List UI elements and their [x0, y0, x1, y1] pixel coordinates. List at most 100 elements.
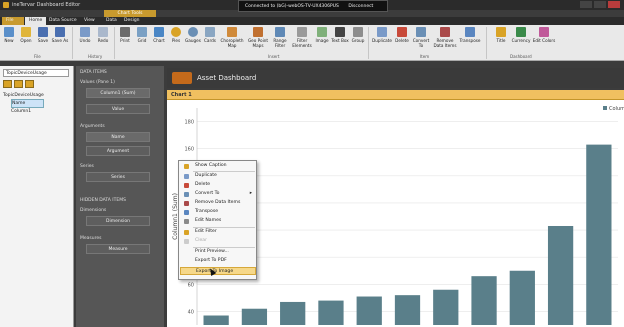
bar[interactable]	[394, 295, 421, 325]
image-button[interactable]: Image	[313, 27, 331, 43]
convert-to-button[interactable]: Convert To	[411, 27, 431, 48]
dashboard-title[interactable]: Asset Dashboard	[197, 74, 256, 82]
edit-datasource-icon[interactable]	[14, 80, 23, 88]
tab-design[interactable]: Design	[120, 17, 144, 25]
bar[interactable]	[318, 300, 344, 325]
y-tick-label: 60	[188, 282, 194, 288]
text-box-icon	[335, 27, 345, 37]
legend-label: Column1	[609, 106, 624, 112]
maximize-button[interactable]	[594, 1, 606, 8]
cards-icon	[205, 27, 215, 37]
pies-button[interactable]: Pies	[167, 27, 185, 43]
minimize-button[interactable]	[580, 1, 592, 8]
value-column1-button[interactable]: Column1 (Sum)	[86, 88, 150, 98]
transpose-icon	[184, 210, 189, 215]
menu-delete[interactable]: Delete	[180, 181, 256, 189]
tab-home[interactable]: Home	[25, 17, 47, 25]
bar[interactable]	[356, 296, 382, 325]
menu-edit-filter[interactable]: Edit Filter	[180, 228, 256, 236]
title-button[interactable]: Title	[492, 27, 510, 43]
menu-edit-names[interactable]: Edit Names	[180, 217, 256, 225]
filter-elements-button[interactable]: Filter Elements	[291, 27, 313, 48]
disconnect-button[interactable]: Disconnect	[348, 4, 373, 9]
geo-point-maps-button[interactable]: Geo Point Maps	[246, 27, 270, 48]
bar[interactable]	[509, 270, 535, 325]
cards-button[interactable]: Cards	[201, 27, 219, 43]
arguments-label: Arguments	[80, 124, 105, 129]
menu-show-caption[interactable]: Show Caption	[180, 162, 256, 170]
series-drop-target[interactable]: Series	[86, 172, 150, 182]
bar[interactable]	[280, 301, 306, 325]
choropleth-map-button[interactable]: Choropleth Map	[219, 27, 245, 48]
transpose-button[interactable]: Transpose	[459, 27, 481, 43]
edit-colors-button[interactable]: Edit Colors	[532, 27, 556, 43]
tab-file[interactable]: File	[2, 17, 24, 25]
bar[interactable]	[433, 289, 459, 325]
print-button[interactable]: Print	[116, 27, 134, 43]
convert-icon	[184, 192, 189, 197]
group-icon	[353, 27, 363, 37]
tree-root[interactable]: TopicDeviceUsage	[3, 92, 44, 99]
redo-button[interactable]: Redo	[94, 27, 112, 43]
duplicate-button[interactable]: Duplicate	[372, 27, 392, 43]
data-items-header: DATA ITEMS	[80, 70, 107, 75]
group-button[interactable]: Group	[349, 27, 367, 43]
bar[interactable]	[547, 225, 574, 325]
gauges-button[interactable]: Gauges	[184, 27, 202, 43]
save-as-button[interactable]: Save As	[51, 27, 69, 43]
delete-button[interactable]: Delete	[393, 27, 411, 43]
tab-data[interactable]: Data	[102, 17, 121, 25]
menu-export-image[interactable]: Export To Image	[180, 267, 256, 276]
menu-export-pdf[interactable]: Export To PDF	[180, 257, 256, 265]
legend-swatch	[603, 106, 607, 110]
menu-duplicate[interactable]: Duplicate	[180, 172, 256, 180]
ribbon-separator	[114, 27, 115, 59]
menu-transpose[interactable]: Transpose	[180, 208, 256, 216]
argument-drop-target[interactable]: Argument	[86, 146, 150, 156]
field-tree: TopicDeviceUsage Name Column1	[3, 92, 44, 115]
close-button[interactable]	[608, 1, 620, 8]
connection-banner: Connected to (bG)-webOS-TV-UX4306PUS Dis…	[238, 0, 388, 12]
ribbon-separator	[72, 27, 73, 59]
chart-item-caption[interactable]: Chart 1	[167, 90, 624, 100]
tab-view[interactable]: View	[80, 17, 99, 25]
datasource-select[interactable]: TopicDeviceUsage	[3, 69, 69, 77]
grid-icon	[137, 27, 147, 37]
currency-button[interactable]: Currency	[510, 27, 532, 43]
gauge-icon	[188, 27, 198, 37]
bar[interactable]	[586, 144, 612, 325]
dimension-drop-target[interactable]: Dimension	[86, 216, 150, 226]
remove-data-items-button[interactable]: Remove Data Items	[432, 27, 458, 48]
submenu-arrow-icon: ▸	[249, 191, 252, 196]
grid-button[interactable]: Grid	[133, 27, 151, 43]
dashboard-header: Asset Dashboard	[167, 68, 624, 88]
add-datasource-icon[interactable]	[3, 80, 12, 88]
bar[interactable]	[203, 315, 229, 325]
undo-button[interactable]: Undo	[76, 27, 94, 43]
tab-data-source[interactable]: Data Source	[45, 17, 81, 25]
argument-name-button[interactable]: Name	[86, 132, 150, 142]
menu-print-preview[interactable]: Print Preview...	[180, 248, 256, 256]
menu-clear[interactable]: Clear	[180, 237, 256, 245]
data-source-panel: TopicDeviceUsage TopicDeviceUsage Name C…	[0, 66, 74, 327]
tree-item-name[interactable]: Name	[11, 99, 44, 108]
measure-drop-target[interactable]: Measure	[86, 244, 150, 254]
tree-item-column1[interactable]: Column1	[11, 108, 44, 115]
remove-data-items-icon	[184, 201, 189, 206]
edit-names-icon	[184, 219, 189, 224]
value-drop-target[interactable]: Value	[86, 104, 150, 114]
bar[interactable]	[241, 308, 268, 325]
menu-remove-data-items[interactable]: Remove Data Items	[180, 199, 256, 207]
text-box-button[interactable]: Text Box	[331, 27, 349, 43]
new-button[interactable]: New	[0, 27, 18, 43]
menu-convert-to[interactable]: Convert To ▸	[180, 190, 256, 198]
new-icon	[4, 27, 14, 37]
refresh-icon[interactable]	[25, 80, 34, 88]
chart-button[interactable]: Chart	[150, 27, 168, 43]
pie-icon	[171, 27, 181, 37]
bar[interactable]	[471, 276, 497, 325]
save-button[interactable]: Save	[34, 27, 52, 43]
range-filter-button[interactable]: Range Filter	[270, 27, 290, 48]
image-icon	[317, 27, 327, 37]
open-button[interactable]: Open	[17, 27, 35, 43]
